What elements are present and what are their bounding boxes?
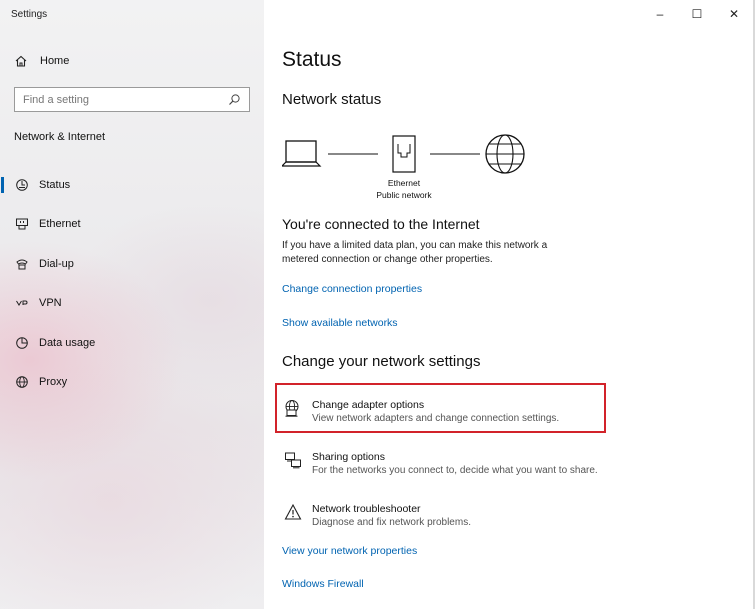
adapter-label: Ethernet [387, 178, 421, 188]
active-indicator [1, 177, 4, 193]
connected-desc-line1: If you have a limited data plan, you can… [282, 240, 548, 251]
sidebar-item-data-usage[interactable]: Data usage [0, 331, 264, 355]
home-button[interactable]: Home [14, 51, 69, 71]
ethernet-icon [15, 217, 29, 231]
connected-heading: You're connected to the Internet [282, 216, 480, 232]
sidebar-item-ethernet[interactable]: Ethernet [0, 212, 264, 236]
sidebar-item-label: Status [39, 179, 71, 191]
sidebar-item-status[interactable]: Status [0, 173, 264, 197]
connected-desc-line2: metered connection or change other prope… [282, 254, 493, 265]
warning-icon [284, 503, 302, 521]
dial-up-icon [15, 257, 29, 271]
option-desc: Diagnose and fix network problems. [312, 517, 471, 528]
main-content: Status Network status Ethernet Public ne… [264, 0, 755, 609]
sharing-options[interactable]: Sharing options For the networks you con… [282, 447, 612, 483]
search-placeholder: Find a setting [23, 93, 90, 106]
globe-icon [485, 134, 525, 174]
sidebar-item-label: Dial-up [39, 258, 74, 270]
computer-icon [282, 140, 322, 167]
search-input[interactable]: Find a setting [14, 87, 250, 112]
sidebar-item-label: Data usage [39, 337, 96, 349]
page-title: Status [282, 48, 342, 71]
network-type-label: Public network [376, 190, 432, 200]
windows-firewall-link[interactable]: Windows Firewall [282, 578, 364, 590]
network-troubleshooter[interactable]: Network troubleshooter Diagnose and fix … [282, 499, 612, 535]
window-title: Settings [11, 9, 48, 20]
home-icon [14, 54, 28, 68]
status-icon [15, 178, 29, 192]
show-available-networks-link[interactable]: Show available networks [282, 317, 398, 329]
option-title: Network troubleshooter [312, 503, 421, 515]
option-title: Sharing options [312, 451, 385, 463]
sharing-icon [284, 451, 302, 469]
sidebar-item-vpn[interactable]: VPN [0, 291, 264, 315]
home-label: Home [40, 55, 70, 67]
search-icon[interactable] [228, 93, 241, 106]
sidebar-item-dial-up[interactable]: Dial-up [0, 252, 264, 276]
network-status-heading: Network status [282, 91, 382, 108]
sidebar-item-proxy[interactable]: Proxy [0, 370, 264, 394]
sidebar: Settings Home Find a setting Network & I… [0, 0, 264, 609]
sidebar-item-label: VPN [39, 297, 62, 309]
option-desc: For the networks you connect to, decide … [312, 465, 598, 476]
data-usage-icon [15, 336, 29, 350]
change-settings-heading: Change your network settings [282, 353, 481, 370]
sidebar-item-label: Proxy [39, 376, 68, 388]
highlight-box [275, 383, 606, 433]
vpn-icon [15, 296, 29, 310]
proxy-icon [15, 375, 29, 389]
section-title: Network & Internet [14, 131, 106, 143]
change-connection-properties-link[interactable]: Change connection properties [282, 283, 422, 295]
ethernet-port-icon [392, 135, 416, 173]
sidebar-item-label: Ethernet [39, 218, 81, 230]
view-network-properties-link[interactable]: View your network properties [282, 545, 417, 557]
